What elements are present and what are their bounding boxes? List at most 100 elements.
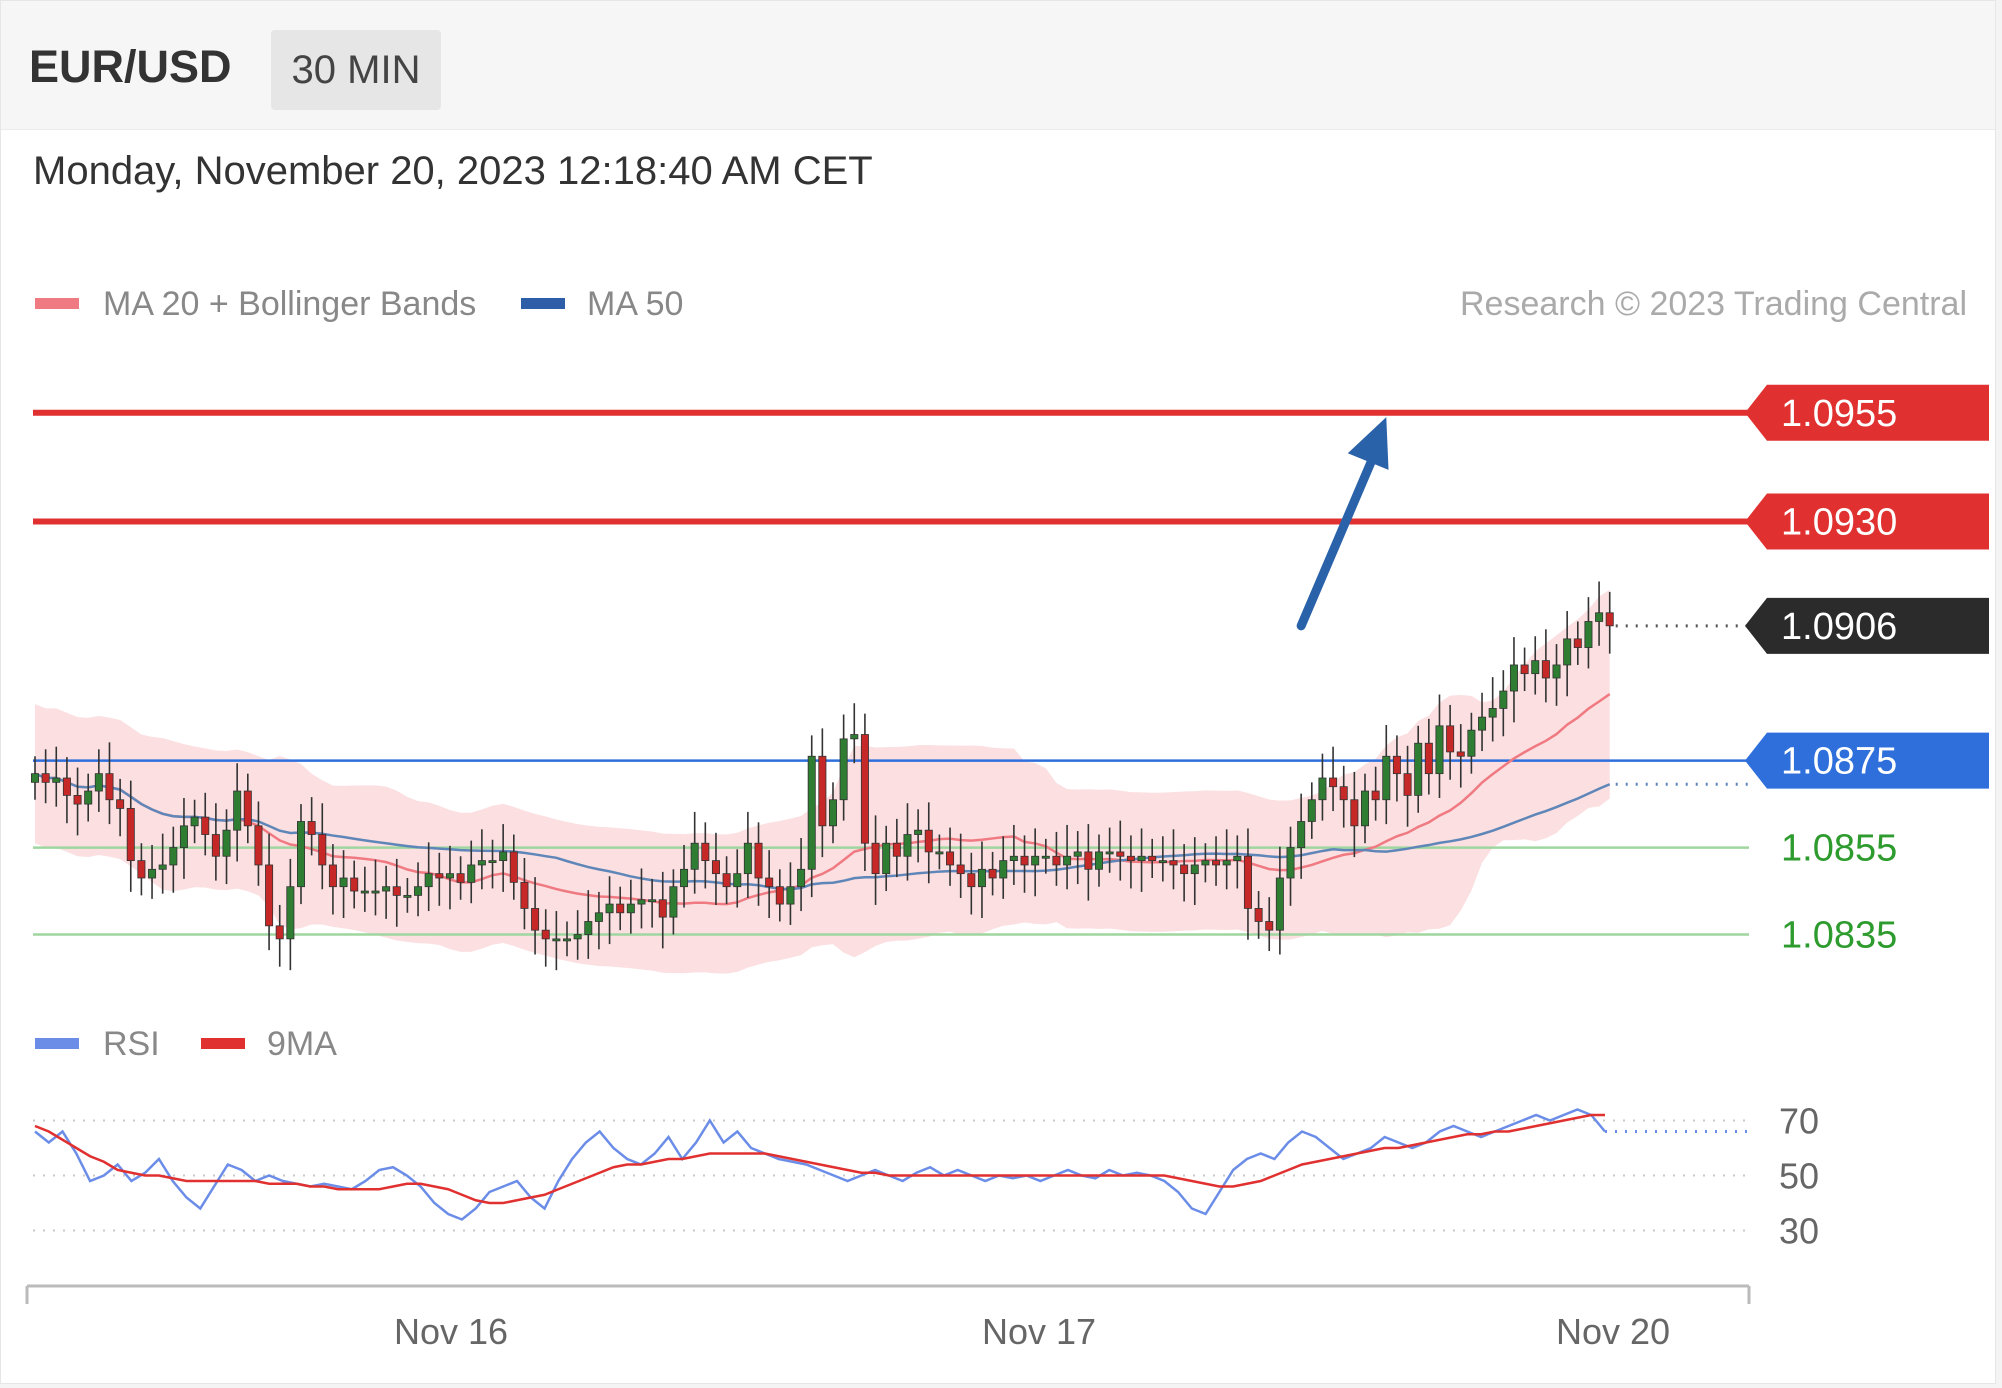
candle-body (1286, 847, 1295, 879)
candle-body (839, 738, 848, 801)
candle-body (318, 834, 327, 866)
candle-body (137, 860, 146, 879)
level-label-text: 1.0855 (1781, 828, 1897, 870)
candle-body (924, 829, 933, 853)
candle-body (797, 868, 806, 888)
candle-body (1084, 851, 1093, 870)
candle-body (307, 821, 316, 835)
candle-body (1541, 660, 1550, 679)
candle-body (1041, 855, 1050, 859)
candle-body (1392, 755, 1401, 775)
candle-body (1552, 664, 1561, 679)
candle-body (94, 773, 103, 792)
candle-body (1169, 860, 1178, 866)
candle-body (1212, 860, 1221, 866)
candle-body (392, 886, 401, 896)
candle-body (1105, 851, 1114, 855)
candle-body (711, 860, 720, 875)
candle-body (222, 829, 231, 857)
candle-body (488, 860, 497, 864)
candle-body (626, 903, 635, 914)
rsi-tick-70: 70 (1779, 1101, 1819, 1142)
rsi-legend-label: RSI (103, 1025, 160, 1063)
level-label-1.0906: 1.0906 (1745, 597, 1989, 654)
candle-body (360, 890, 369, 894)
price-area: 1.0955 1.0930 1.0906 1.0875 1.0855 1.0835 (30, 384, 1989, 974)
candle-body (201, 816, 210, 835)
candle-body (690, 842, 699, 870)
candle-body (62, 777, 71, 796)
level-label-1.0955: 1.0955 (1745, 384, 1989, 441)
candle-body (850, 734, 859, 740)
rsi-ma-legend-label: 9MA (267, 1025, 337, 1063)
candle-body (41, 773, 50, 783)
level-label-1.0875: 1.0875 (1745, 732, 1989, 789)
candle-body (541, 929, 550, 940)
candle-body (860, 734, 869, 844)
rsi-series-9MA (34, 1113, 1605, 1205)
candle-body (233, 790, 242, 831)
candle-body (1424, 742, 1433, 775)
level-label-text: 1.0955 (1781, 393, 1897, 435)
candle-body (1009, 855, 1018, 862)
candle-body (616, 903, 625, 914)
x-axis: Nov 16 Nov 17 Nov 20 (25, 1284, 1751, 1352)
candle-body (1190, 864, 1199, 875)
candle-body (1488, 708, 1497, 718)
candle-body (754, 842, 763, 879)
candle-body (158, 864, 167, 870)
candle-body (956, 864, 965, 875)
candle-body (999, 860, 1008, 879)
rsi-legend-swatch (35, 1038, 79, 1049)
rsi-ma-legend-swatch (201, 1038, 245, 1049)
candle-body (73, 794, 82, 805)
candle-body (1180, 864, 1189, 875)
candle-body (552, 938, 561, 942)
candle-body (892, 842, 901, 857)
candle-body (743, 842, 752, 875)
candle-body (1318, 777, 1327, 801)
candle-body (1361, 790, 1370, 827)
candle-body (1605, 612, 1614, 627)
level-label-1.0835: 1.0835 (1781, 915, 1897, 957)
candle-body (988, 868, 997, 879)
candle-body (1148, 855, 1157, 862)
candle-body (520, 881, 529, 909)
candle-body (1584, 621, 1593, 648)
candle-body (584, 921, 593, 935)
x-tick-label: Nov 16 (394, 1311, 508, 1352)
candle-body (116, 799, 125, 809)
candle-body (265, 864, 274, 927)
candle-body (211, 834, 220, 857)
candle-body (786, 886, 795, 905)
ma20-legend-label: MA 20 + Bollinger Bands (103, 285, 476, 323)
candle-body (328, 864, 337, 888)
candle-body (680, 868, 689, 888)
candle-body (1499, 690, 1508, 709)
level-label-text: 1.0930 (1781, 501, 1897, 543)
candle-body (350, 877, 359, 892)
candle-body (648, 899, 657, 903)
candle-body (563, 938, 572, 942)
candle-body (765, 877, 774, 888)
candle-body (1297, 821, 1306, 848)
candle-body (1116, 851, 1125, 857)
candle-body (1158, 860, 1167, 864)
candle-body (1467, 729, 1476, 757)
candle-body (1243, 855, 1252, 909)
candle-body (424, 873, 433, 888)
candle-body (1339, 786, 1348, 801)
candle-body (456, 873, 465, 883)
candle-body (775, 886, 784, 905)
candle-body (1233, 855, 1242, 862)
candle-body (1456, 751, 1465, 757)
candle-body (243, 790, 252, 827)
candle-body (1563, 638, 1572, 666)
candle-body (435, 873, 444, 879)
candle-body (148, 868, 157, 879)
candle-body (30, 773, 39, 783)
candle-body (1137, 855, 1146, 862)
candle-body (701, 842, 710, 862)
candle-body (403, 894, 412, 898)
ma20-legend-swatch (35, 298, 79, 309)
